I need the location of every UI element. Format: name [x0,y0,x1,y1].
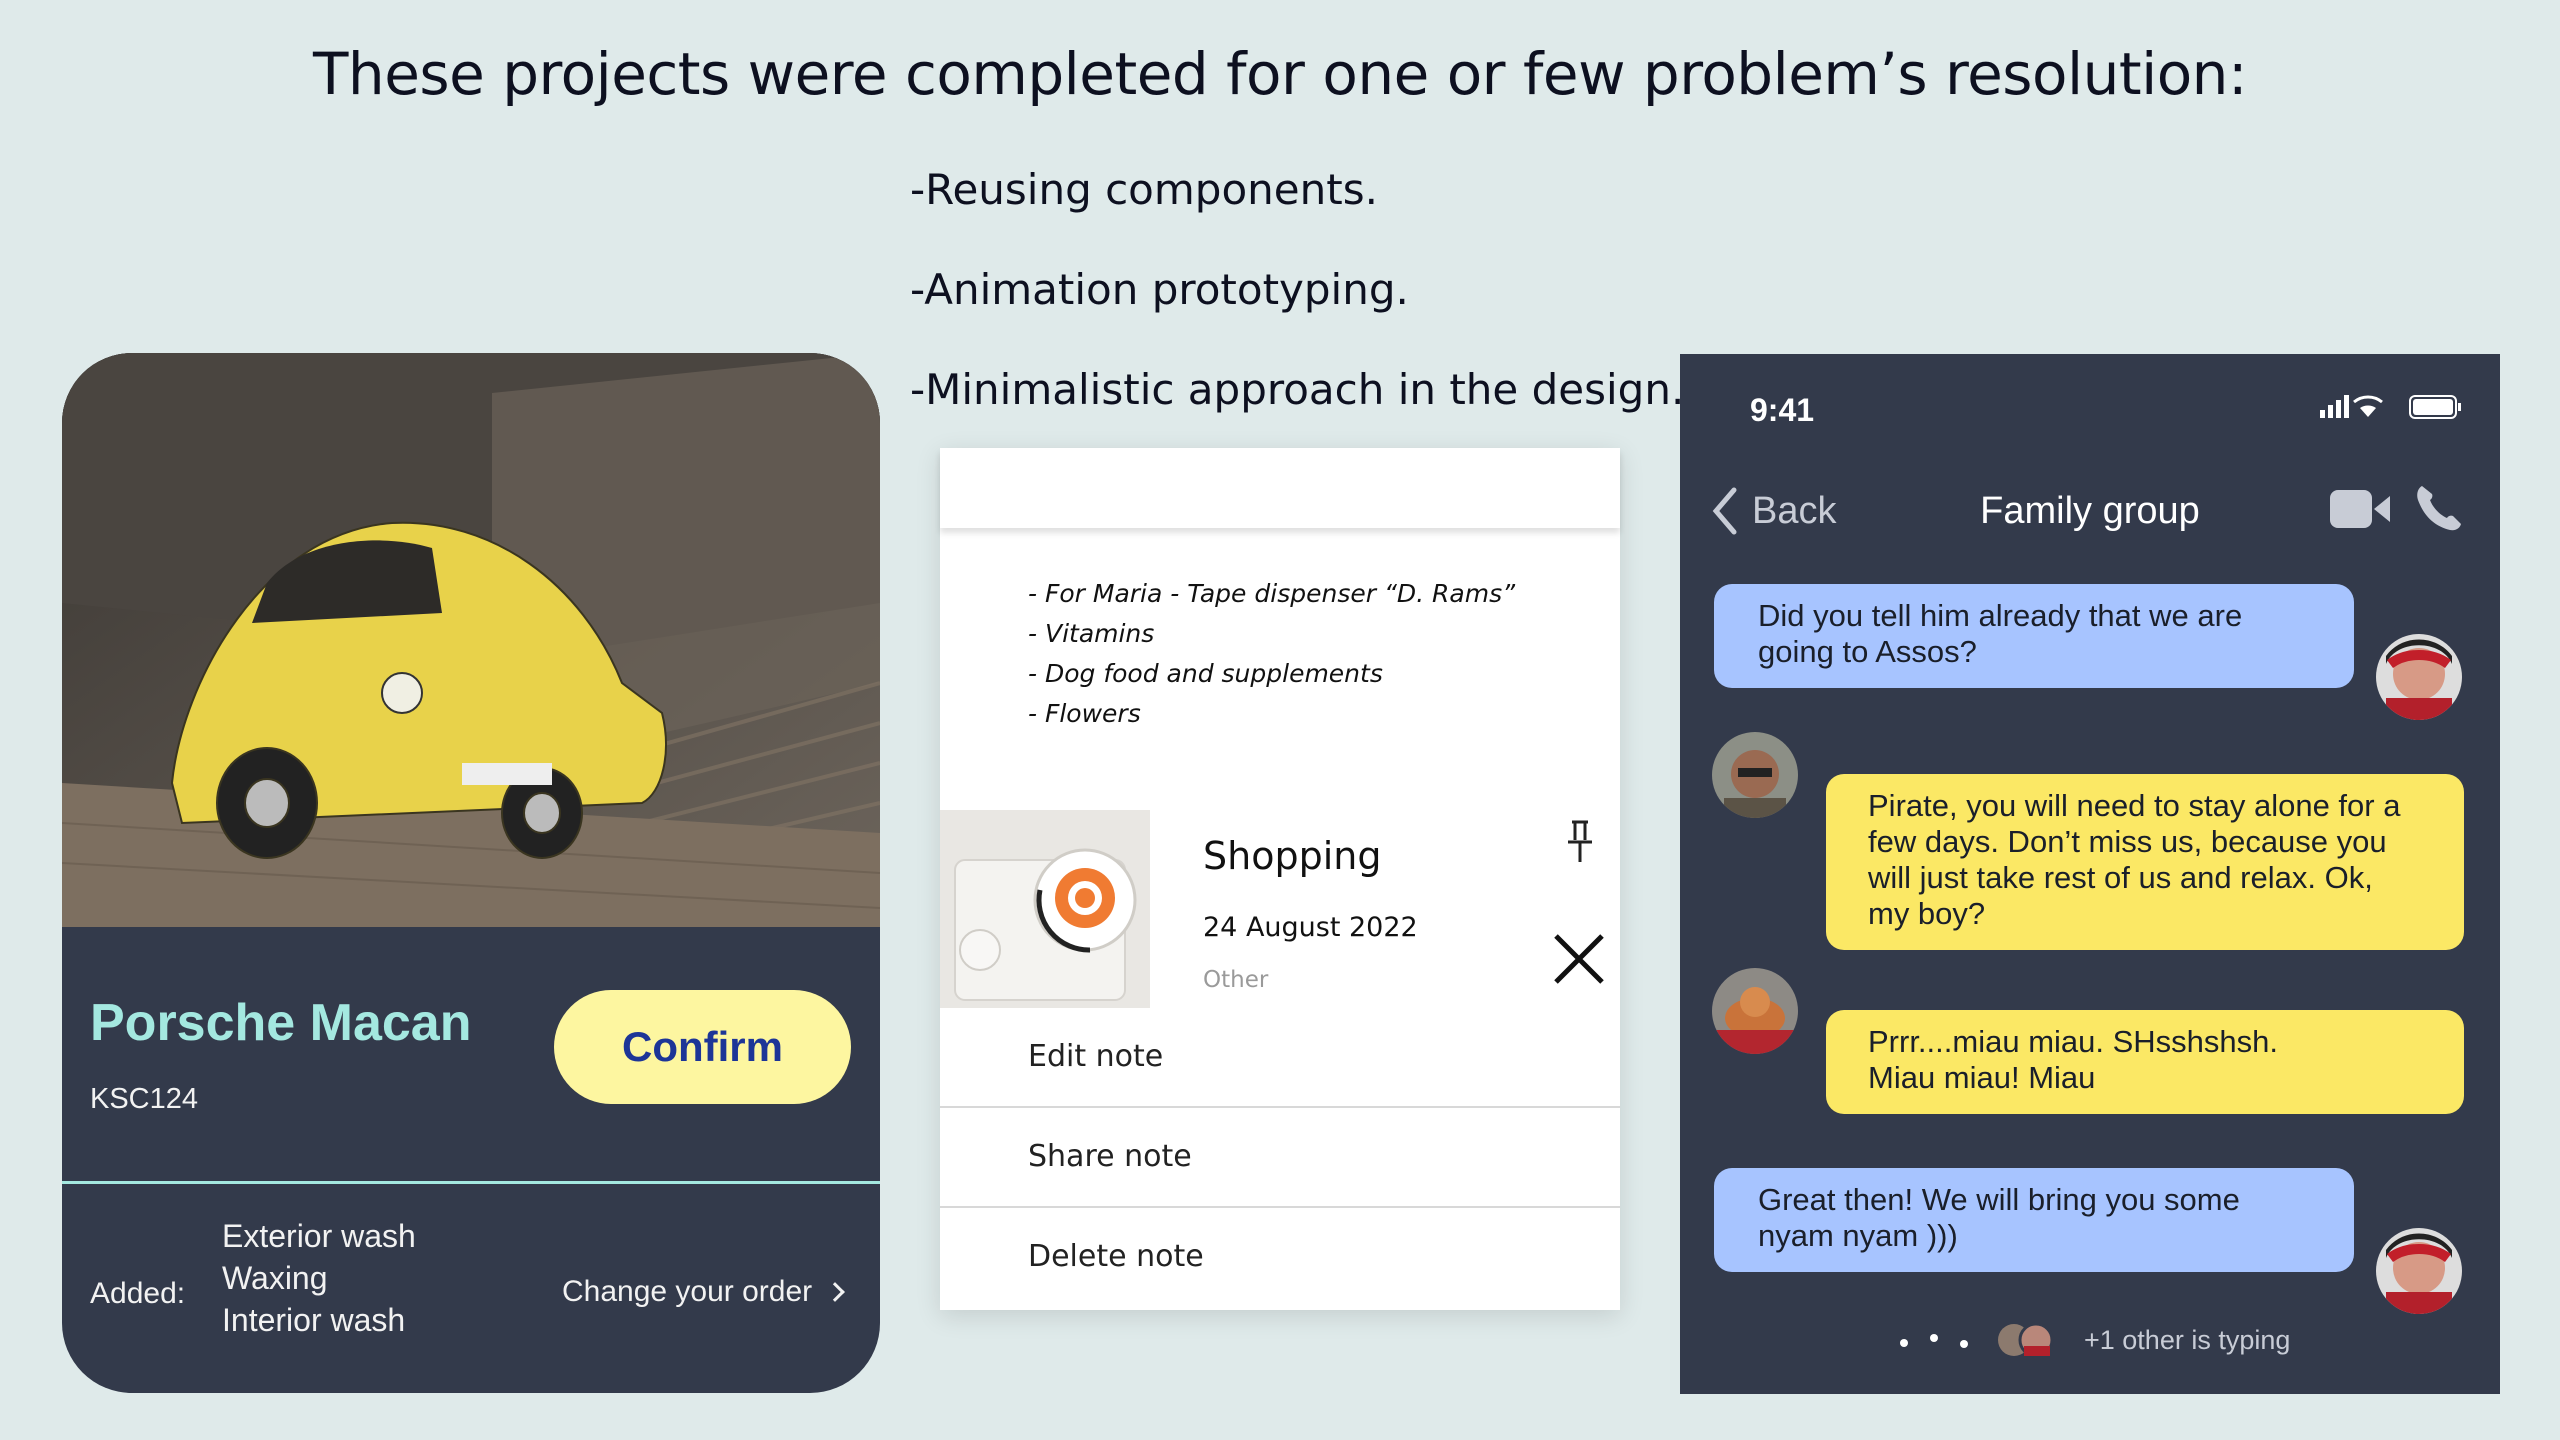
confirm-button[interactable]: Confirm [554,990,851,1104]
note-line: - Flowers [1028,699,1141,728]
divider [62,1181,880,1184]
change-order-link[interactable]: Change your order [562,1275,846,1309]
message-line: nyam nyam ))) [1758,1218,1958,1253]
typing-text: +1 other is typing [2084,1324,2291,1355]
status-icons [2320,395,2461,419]
message-line: Prrr....miau miau. SHsshshsh. [1868,1024,2279,1059]
bullet-item: -Reusing components. [910,165,1378,214]
message-line: Great then! We will bring you some [1758,1182,2240,1217]
bullet-item: -Minimalistic approach in the design. [910,365,1685,414]
message-line: Miau miau! Miau [1868,1060,2096,1095]
message-line: few days. Don’t miss us, because you [1868,824,2387,859]
car-plate: KSC124 [90,1083,199,1115]
slide-title: These projects were completed for one or… [313,40,2248,108]
car-title: Porsche Macan [90,994,472,1052]
video-call-icon[interactable] [2330,488,2392,530]
note-line: - Vitamins [1028,619,1155,648]
notes-top-bar [940,448,1620,528]
edit-note-item[interactable]: Edit note [940,1008,1620,1108]
message-line: going to Assos? [1758,634,1977,669]
avatar [1712,732,1798,818]
added-services-list: Exterior wash Waxing Interior wash [222,1215,416,1341]
added-label: Added: [90,1277,186,1310]
status-time: 9:41 [1750,392,1815,428]
delete-note-item[interactable]: Delete note [940,1208,1620,1308]
service-item: Waxing [222,1260,328,1296]
typing-avatars [1998,1322,2054,1358]
phone-call-icon[interactable] [2412,482,2464,534]
typing-dots-icon [1900,1332,1968,1348]
message-bubble: Pirate, you will need to stay alone for … [1826,774,2464,950]
note-line: - For Maria - Tape dispenser “D. Rams” [1028,579,1516,608]
chevron-right-icon [825,1282,846,1302]
chat-screen: 9:41 Back Family group Did you tell him … [1680,354,2500,1394]
note-date: 24 August 2022 [1203,912,1418,943]
message-line: will just take rest of us and relax. Ok, [1868,860,2373,895]
note-context-menu: Edit note Share note Delete note [940,1008,1620,1308]
avatar [2376,1228,2462,1314]
avatar [2376,634,2462,720]
car-order-card: Porsche Macan KSC124 Confirm Added: Exte… [62,353,880,1393]
note-content: - For Maria - Tape dispenser “D. Rams” -… [1028,574,1515,734]
car-photo [62,353,880,927]
message-line: Pirate, you will need to stay alone for … [1868,788,2401,823]
close-icon[interactable] [1550,930,1608,988]
change-order-label: Change your order [562,1275,813,1308]
typing-indicator: +1 other is typing [1900,1322,2290,1358]
message-line: Did you tell him already that we are [1758,598,2243,633]
bullet-list: -Reusing components. -Animation prototyp… [910,160,1684,460]
message-bubble: Great then! We will bring you some nyam … [1714,1168,2354,1272]
bullet-item: -Animation prototyping. [910,265,1409,314]
service-item: Exterior wash [222,1218,416,1254]
avatar [1712,968,1798,1054]
message-line: my boy? [1868,896,1986,931]
message-bubble: Did you tell him already that we are goi… [1714,584,2354,688]
message-bubble: Prrr....miau miau. SHsshshsh. Miau miau!… [1826,1010,2464,1114]
note-list-item[interactable]: Shopping 24 August 2022 Other [940,810,1620,1008]
service-item: Interior wash [222,1302,406,1338]
notes-card: - For Maria - Tape dispenser “D. Rams” -… [940,448,1620,1310]
note-line: - Dog food and supplements [1028,659,1383,688]
pin-icon[interactable] [1560,818,1600,866]
share-note-item[interactable]: Share note [940,1108,1620,1208]
note-category: Other [1203,967,1269,993]
note-thumbnail [940,810,1150,1008]
note-title: Shopping [1203,834,1382,878]
